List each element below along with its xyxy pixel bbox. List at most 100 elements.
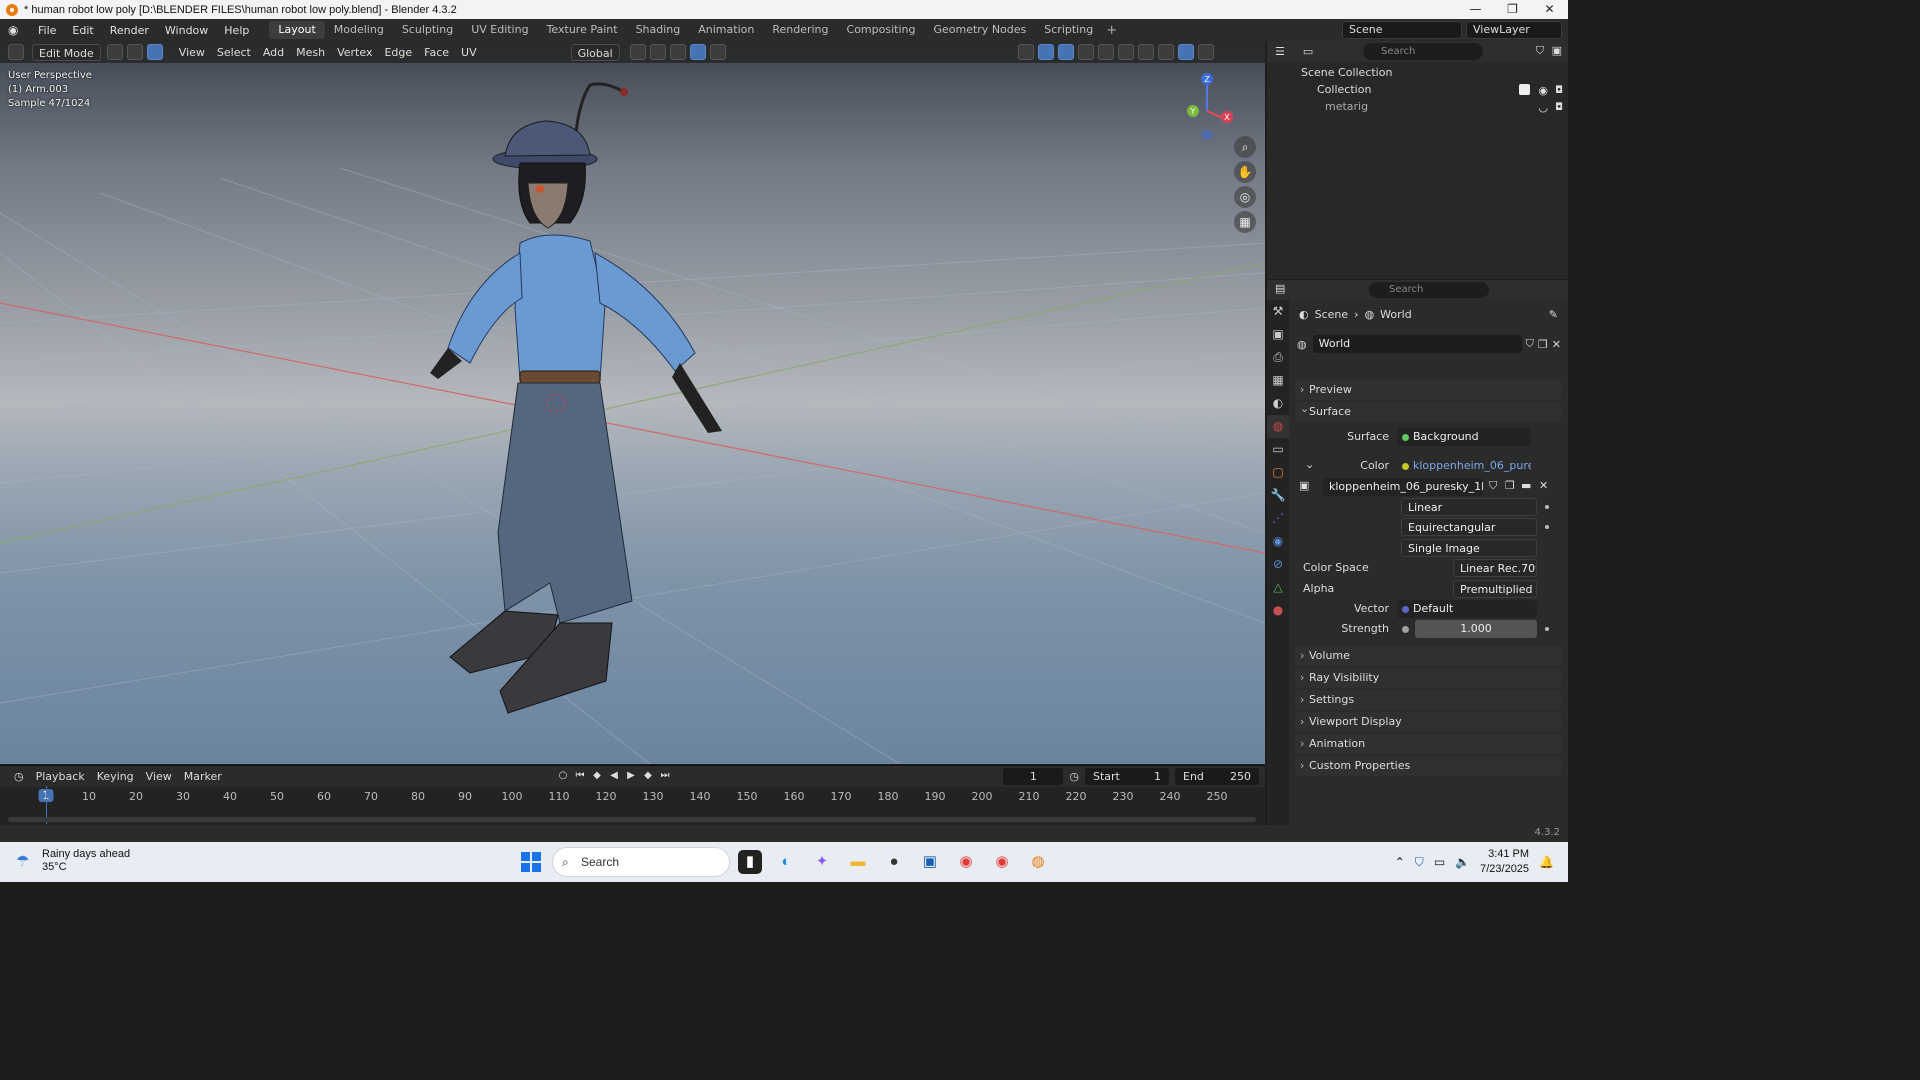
menu-mesh[interactable]: Mesh [290, 44, 331, 61]
menu-edge[interactable]: Edge [378, 44, 418, 61]
task-view-icon[interactable]: ▮ [738, 850, 762, 874]
tab-compositing[interactable]: Compositing [838, 21, 925, 39]
display-icon[interactable]: ▭ [1434, 855, 1445, 869]
camera-view-icon[interactable]: ◎ [1234, 186, 1256, 208]
tool-tab-icon[interactable]: ⚒ [1267, 300, 1289, 323]
defender-icon[interactable]: ⛉ [1415, 855, 1424, 870]
edge-browser-icon[interactable]: ◐ [774, 850, 798, 874]
start-frame-field[interactable]: Start 1 [1085, 768, 1169, 785]
collection-camera-icon[interactable]: ◘ [1555, 82, 1563, 99]
tab-scripting[interactable]: Scripting [1035, 21, 1102, 39]
transform-orientation[interactable]: Global [570, 43, 620, 61]
pivot-icon[interactable] [629, 44, 646, 60]
tab-shading[interactable]: Shading [627, 21, 690, 39]
navigation-gizmo[interactable]: Z X Y [1185, 69, 1245, 139]
chrome-icon[interactable]: ◉ [954, 850, 978, 874]
image-browse-icon[interactable]: ▣ [1299, 479, 1309, 492]
menu-help[interactable]: Help [216, 24, 257, 37]
close-button[interactable]: ✕ [1531, 0, 1568, 19]
panel-viewport-display[interactable]: Viewport Display [1295, 712, 1561, 732]
wireframe-shading-icon[interactable] [1117, 44, 1134, 60]
source-select[interactable]: Single Image [1401, 539, 1537, 557]
vertex-select-icon[interactable] [106, 44, 123, 60]
editor-type-icon[interactable] [8, 44, 24, 60]
panel-preview[interactable]: Preview [1295, 380, 1561, 400]
outliner-search[interactable]: Search [1363, 43, 1483, 60]
menu-edit[interactable]: Edit [64, 24, 101, 37]
outliner[interactable]: ☰ ▭ Search ⛉ ▣ Scene Collection Collecti… [1267, 41, 1568, 279]
visibility-icon[interactable] [1017, 44, 1034, 60]
volume-icon[interactable]: 🔈 [1455, 855, 1470, 869]
blender-logo-icon[interactable]: ◉ [8, 23, 24, 37]
panel-volume[interactable]: Volume [1295, 646, 1561, 666]
vector-input-field[interactable]: Default [1397, 600, 1537, 618]
snap-target-icon[interactable] [669, 44, 686, 60]
image-open-icon[interactable]: ▬ [1521, 479, 1531, 492]
modifier-tab-icon[interactable]: 🔧 [1267, 484, 1289, 507]
fake-user-icon[interactable]: ⛉ [1526, 337, 1534, 351]
unlink-world-icon[interactable]: ✕ [1552, 338, 1561, 351]
tab-rendering[interactable]: Rendering [763, 21, 837, 39]
timeline[interactable]: ◷ Playback Keying View Marker ○ ⏮ ◆ ◀ ▶ … [0, 765, 1265, 825]
timeline-scrollbar[interactable] [8, 817, 1256, 822]
menu-vertex[interactable]: Vertex [331, 44, 378, 61]
menu-face[interactable]: Face [418, 44, 455, 61]
properties-search[interactable]: Search [1369, 282, 1489, 298]
3d-viewport[interactable]: Edit Mode View Select Add Mesh Vertex Ed… [0, 41, 1265, 764]
scene-selector[interactable]: Scene [1342, 21, 1462, 39]
face-select-icon[interactable] [146, 44, 163, 60]
properties-editor-icon[interactable]: ▤ [1275, 282, 1285, 295]
blender-taskbar-icon[interactable]: ◍ [1026, 850, 1050, 874]
menu-add[interactable]: Add [257, 44, 290, 61]
notification-icon[interactable]: 🔔 [1539, 855, 1554, 869]
outliner-scene-collection[interactable]: Scene Collection [1267, 64, 1568, 81]
menu-playback[interactable]: Playback [30, 770, 91, 783]
prev-keyframe-icon[interactable]: ◆ [590, 768, 604, 784]
duplicate-world-icon[interactable]: ❐ [1538, 338, 1548, 351]
mesh-edit-overlay-icon[interactable] [1077, 44, 1094, 60]
copilot-icon[interactable]: ✦ [810, 850, 834, 874]
menu-render[interactable]: Render [102, 24, 157, 37]
solid-shading-icon[interactable] [1137, 44, 1154, 60]
panel-custom-properties[interactable]: Custom Properties [1295, 756, 1561, 776]
jump-start-icon[interactable]: ⏮ [573, 768, 587, 784]
interpolation-keyframe-dot[interactable] [1545, 505, 1549, 509]
obs-icon[interactable]: ● [882, 850, 906, 874]
menu-select[interactable]: Select [211, 44, 257, 61]
panel-animation[interactable]: Animation [1295, 734, 1561, 754]
projection-keyframe-dot[interactable] [1545, 525, 1549, 529]
tray-chevron-icon[interactable]: ⌃ [1395, 855, 1405, 869]
timeline-editor-icon[interactable]: ◷ [8, 770, 30, 783]
projection-select[interactable]: Equirectangular [1401, 518, 1537, 536]
tab-modeling[interactable]: Modeling [325, 21, 393, 39]
image-duplicate-icon[interactable]: ❐ [1505, 479, 1515, 492]
metarig-camera-icon[interactable]: ◘ [1555, 99, 1563, 116]
output-tab-icon[interactable]: ⎙ [1267, 346, 1289, 369]
current-frame-field[interactable]: 1 [1003, 768, 1064, 785]
proportional-edit-icon[interactable] [689, 44, 706, 60]
menu-window[interactable]: Window [157, 24, 216, 37]
ortho-toggle-icon[interactable]: ▦ [1234, 211, 1256, 233]
menu-uv[interactable]: UV [455, 44, 483, 61]
file-explorer-icon[interactable]: ▬ [846, 850, 870, 874]
jump-end-icon[interactable]: ⏭ [658, 768, 672, 784]
menu-keying[interactable]: Keying [91, 770, 140, 783]
panel-ray-visibility[interactable]: Ray Visibility [1295, 668, 1561, 688]
chrome-profile-icon[interactable]: ◉ [990, 850, 1014, 874]
pin-icon[interactable]: ✎ [1549, 308, 1558, 321]
panel-surface[interactable]: Surface [1295, 399, 1561, 422]
rendered-shading-icon[interactable] [1177, 44, 1194, 60]
tab-geometry-nodes[interactable]: Geometry Nodes [924, 21, 1035, 39]
zoom-icon[interactable]: ⌕ [1234, 136, 1256, 158]
material-tab-icon[interactable]: ● [1267, 599, 1289, 622]
clock[interactable]: 3:41 PM 7/23/2025 [1480, 847, 1529, 877]
viewport-scene[interactable] [0, 63, 1265, 764]
properties-editor[interactable]: ▤ Search ⚒ ▣ ⎙ ▦ ◐ ◍ ▭ ▢ 🔧 ⋰ ◉ ⊘ △ ● ◐ S… [1267, 280, 1568, 825]
material-shading-icon[interactable] [1157, 44, 1174, 60]
strength-field[interactable]: 1.000 [1415, 620, 1537, 638]
physics-tab-icon[interactable]: ◉ [1267, 530, 1289, 553]
tab-animation[interactable]: Animation [689, 21, 763, 39]
edge-select-icon[interactable] [126, 44, 143, 60]
tab-sculpting[interactable]: Sculpting [393, 21, 462, 39]
mode-selector[interactable]: Edit Mode [32, 43, 101, 61]
